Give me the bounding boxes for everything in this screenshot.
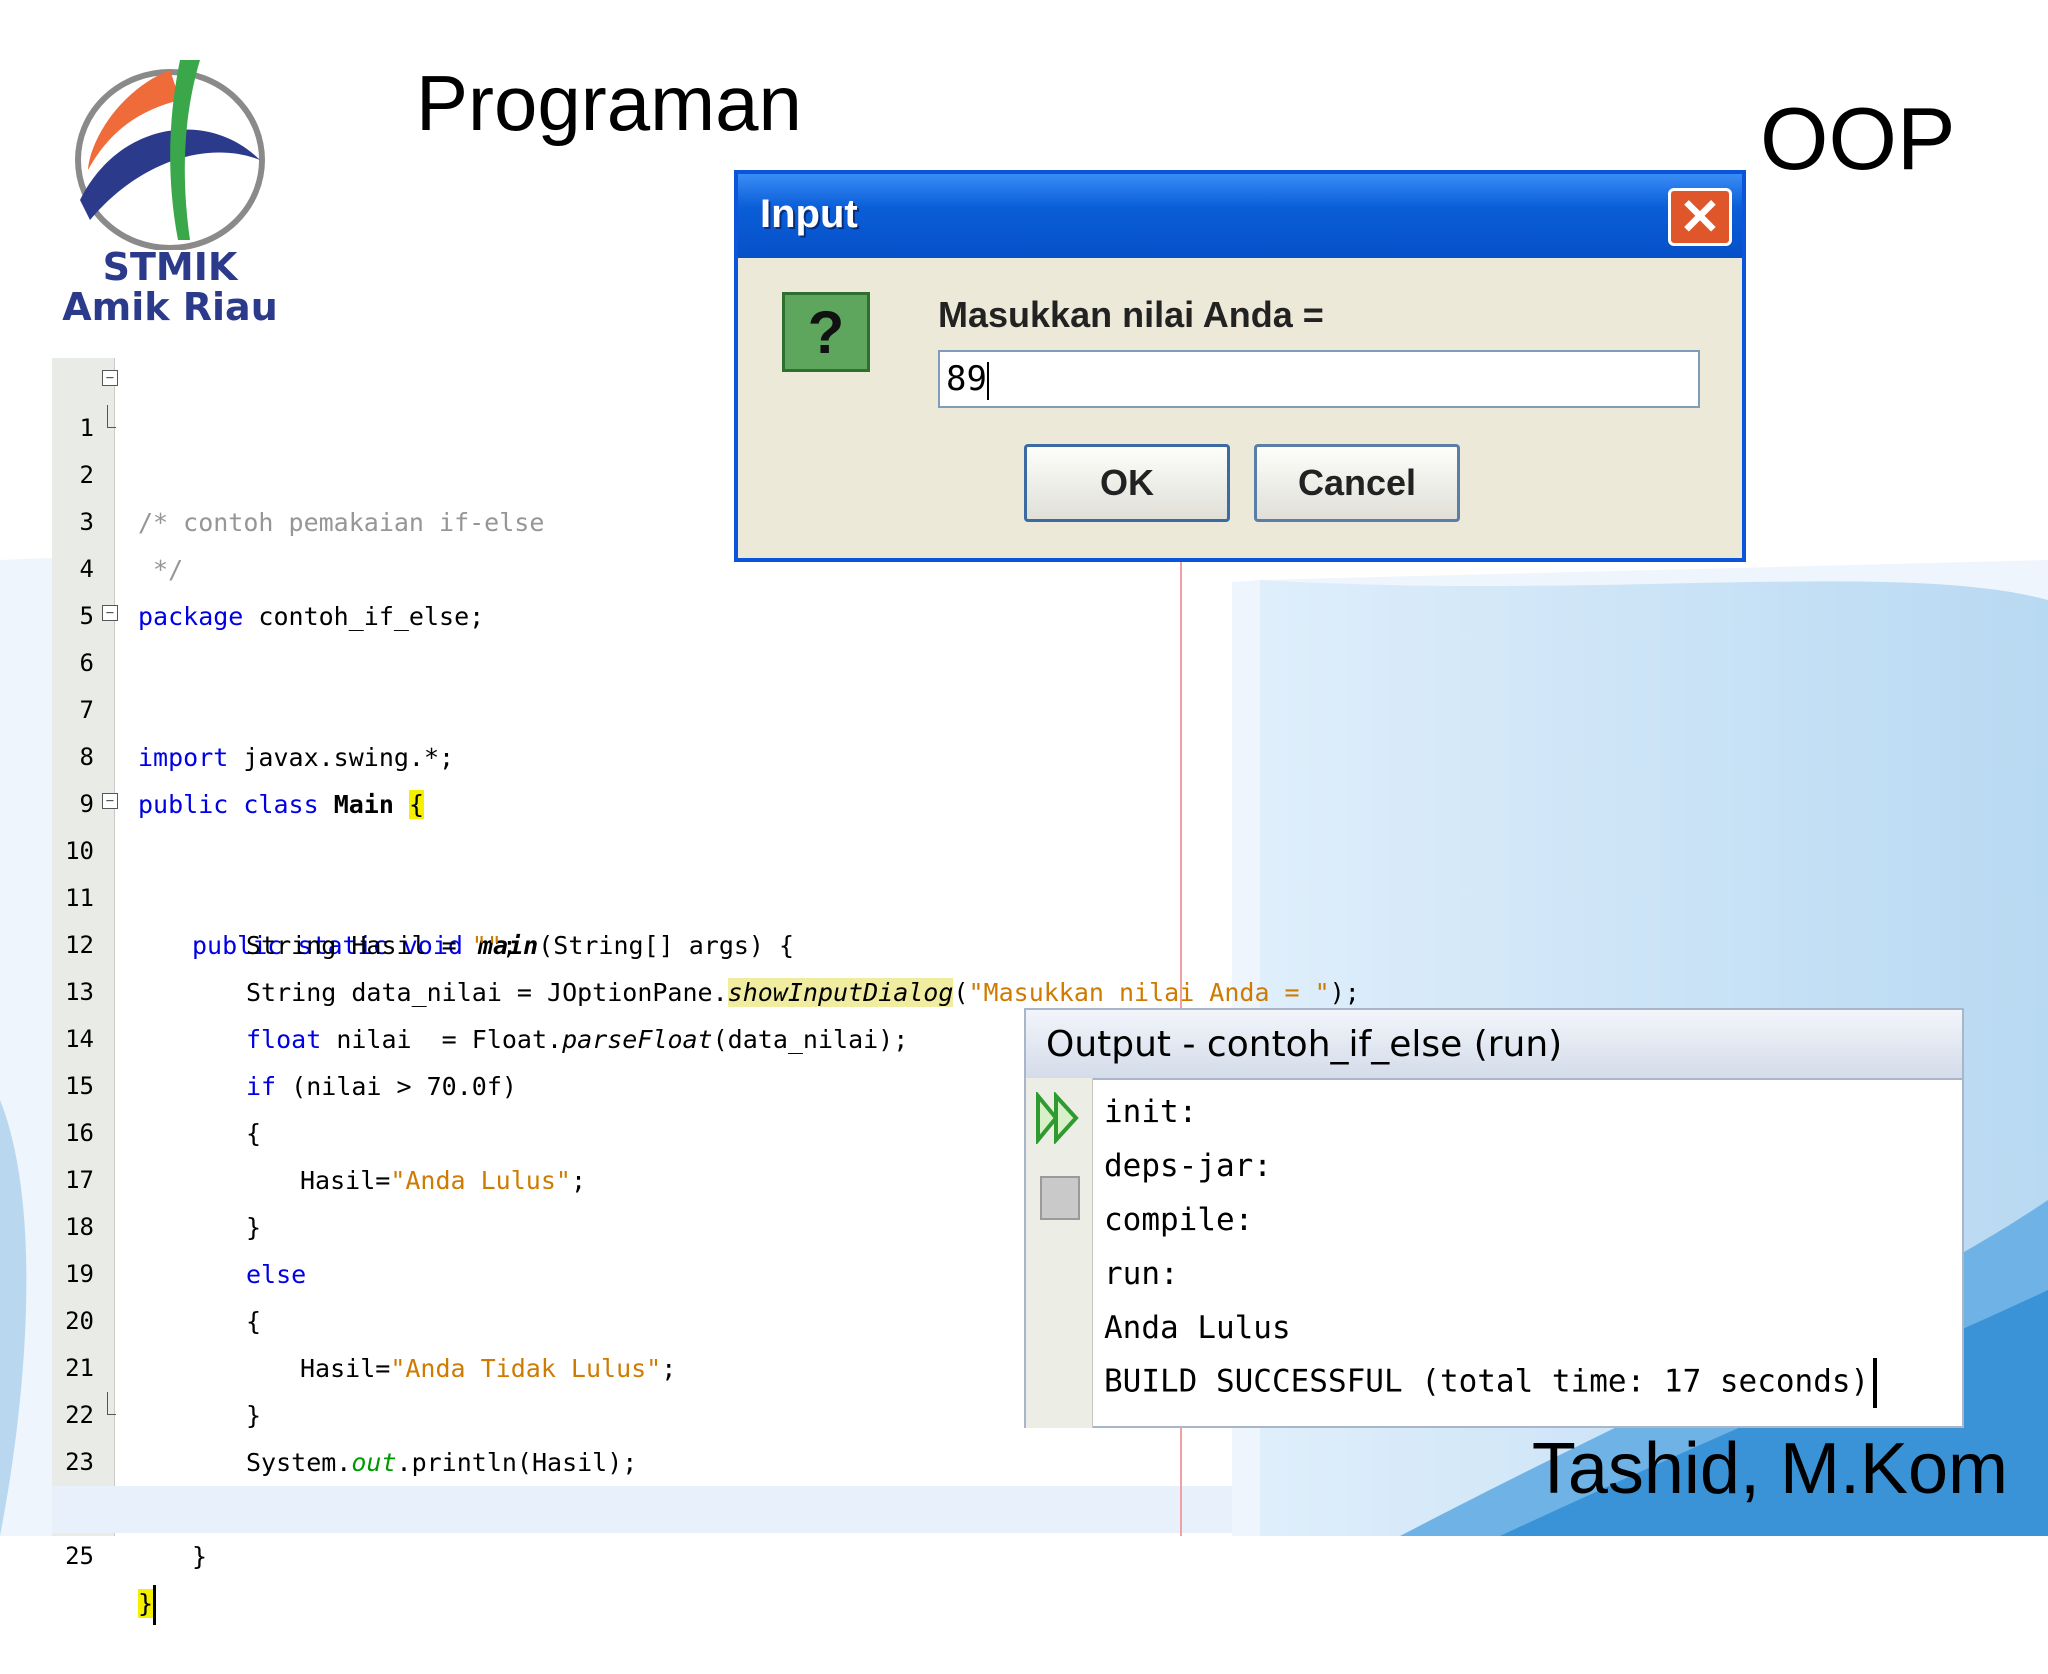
question-icon: ? bbox=[782, 292, 870, 372]
code-line[interactable]: 8 public class Main { bbox=[52, 687, 1232, 819]
dialog-titlebar[interactable]: Input ✕ bbox=[738, 174, 1742, 258]
code-line[interactable]: 10 − public static void main(String[] ar… bbox=[52, 781, 1232, 960]
code-line[interactable]: 13 float nilai = Float.parseFloat(data_n… bbox=[52, 922, 1232, 1054]
fold-end-icon bbox=[107, 405, 116, 428]
output-line: Anda Lulus bbox=[1104, 1310, 1291, 1346]
code-line-current[interactable]: 25 } bbox=[52, 1486, 1232, 1625]
dialog-title: Input bbox=[760, 192, 858, 236]
output-line-last: BUILD SUCCESSFUL (total time: 17 seconds… bbox=[1104, 1358, 1878, 1408]
code-line[interactable]: 9 bbox=[52, 734, 1232, 818]
output-line: compile: bbox=[1104, 1202, 1254, 1238]
dialog-prompt: Masukkan nilai Anda = bbox=[938, 294, 1324, 335]
fold-end-icon bbox=[107, 1392, 116, 1415]
cancel-button[interactable]: Cancel bbox=[1254, 444, 1460, 522]
input-dialog: Input ✕ ? Masukkan nilai Anda = 89 OK Ca… bbox=[734, 170, 1746, 562]
rerun-icon[interactable] bbox=[1034, 1092, 1082, 1144]
output-toolbar bbox=[1026, 1078, 1093, 1428]
text-caret bbox=[986, 361, 989, 400]
value-input[interactable]: 89 bbox=[938, 350, 1700, 408]
stop-icon[interactable] bbox=[1040, 1176, 1080, 1220]
code-line[interactable]: 12 String data_nilai = JOptionPane.showI… bbox=[52, 875, 1360, 1007]
text-caret bbox=[1873, 1358, 1878, 1408]
stmik-logo: STMIK Amik Riau bbox=[60, 50, 280, 330]
output-line: deps-jar: bbox=[1104, 1148, 1272, 1184]
output-line: init: bbox=[1104, 1094, 1198, 1130]
ok-button[interactable]: OK bbox=[1024, 444, 1230, 522]
code-line[interactable]: 7 bbox=[52, 640, 1232, 724]
code-line[interactable]: 24 bbox=[52, 1439, 1232, 1523]
output-header[interactable]: Output - contoh_if_else (run) bbox=[1026, 1010, 1962, 1080]
slide-title: Programan bbox=[416, 59, 802, 147]
code-line[interactable]: 11 String Hasil = ""; bbox=[52, 828, 1232, 960]
output-panel: Output - contoh_if_else (run) init: deps… bbox=[1024, 1008, 1964, 1428]
code-line[interactable]: 6 − import javax.swing.*; bbox=[52, 593, 1232, 772]
slide-corner-label: OOP bbox=[1760, 89, 1956, 188]
logo-globe-icon bbox=[75, 60, 265, 251]
slide-author: Tashid, M.Kom bbox=[1531, 1429, 2008, 1509]
output-title: Output - contoh_if_else (run) bbox=[1046, 1024, 1563, 1065]
fold-collapse-icon[interactable]: − bbox=[102, 793, 118, 809]
logo-line1: STMIK bbox=[102, 245, 238, 289]
output-line: run: bbox=[1104, 1256, 1179, 1292]
fold-collapse-icon[interactable]: − bbox=[102, 605, 118, 621]
logo-line2: Amik Riau bbox=[62, 285, 278, 329]
text-caret bbox=[153, 1585, 157, 1625]
close-icon[interactable]: ✕ bbox=[1668, 188, 1732, 246]
fold-collapse-icon[interactable]: − bbox=[102, 370, 118, 386]
